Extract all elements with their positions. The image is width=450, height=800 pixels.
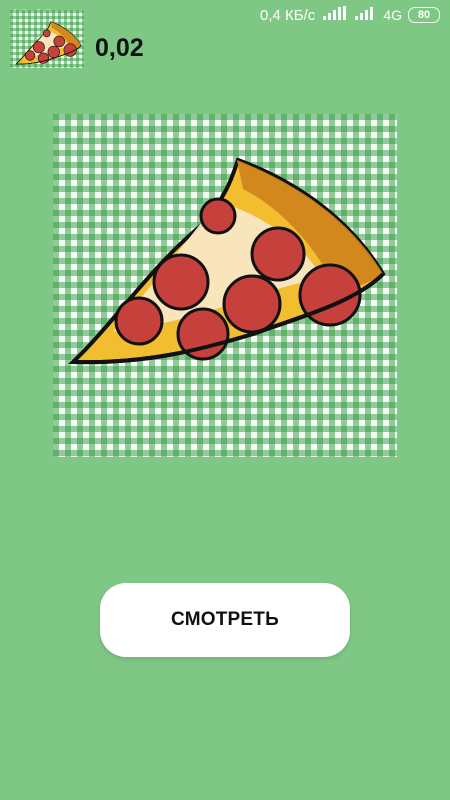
status-speed: 0,4 КБ/с xyxy=(260,6,316,24)
pizza-slice-icon xyxy=(10,10,84,68)
status-right: 0,4 КБ/с 4G 80 xyxy=(260,6,440,24)
battery-icon: 80 xyxy=(408,7,440,23)
battery-level: 80 xyxy=(417,9,431,21)
signal-icon-2 xyxy=(355,6,377,24)
signal-icon xyxy=(323,6,349,24)
watch-button[interactable]: СМОТРЕТЬ xyxy=(100,583,350,657)
pizza-slice-image xyxy=(53,114,397,457)
network-type: 4G xyxy=(383,7,402,23)
score-value: 0,02 xyxy=(95,34,144,62)
watch-button-label: СМОТРЕТЬ xyxy=(171,609,279,630)
